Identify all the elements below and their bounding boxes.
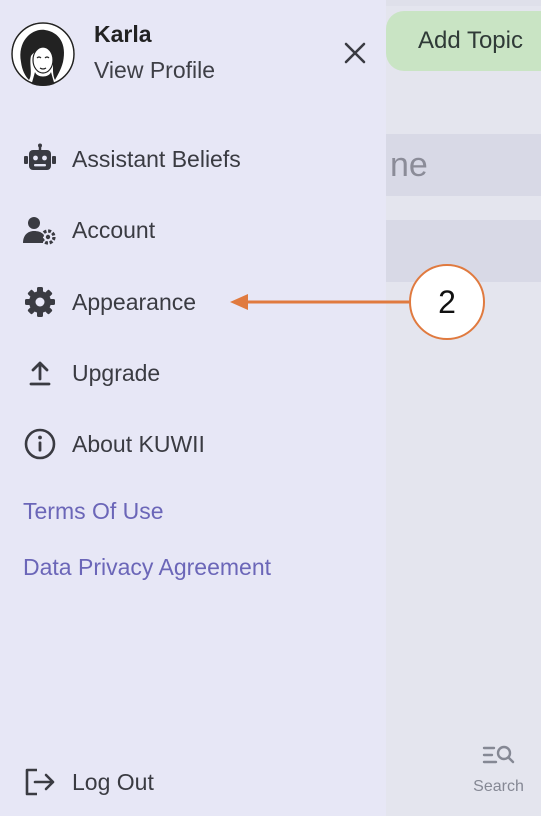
terms-of-use-link[interactable]: Terms Of Use — [23, 498, 164, 525]
profile-name: Karla — [94, 21, 152, 47]
annotation-number: 2 — [438, 283, 456, 320]
background-row-text: ne — [390, 145, 428, 184]
side-drawer: Karla View Profile Assistant Beliefs Acc… — [0, 0, 386, 816]
add-topic-button[interactable]: Add Topic — [386, 11, 541, 71]
close-button[interactable] — [340, 38, 370, 68]
view-profile-link[interactable]: View Profile — [94, 57, 215, 84]
menu-item-about[interactable]: About KUWII — [0, 418, 386, 470]
add-topic-label: Add Topic — [418, 27, 523, 54]
logout-button[interactable]: Log Out — [0, 756, 386, 808]
menu-item-label: Upgrade — [72, 359, 161, 386]
gear-icon — [22, 284, 58, 320]
info-icon — [22, 426, 58, 462]
menu-item-assistant-beliefs[interactable]: Assistant Beliefs — [0, 133, 386, 185]
user-gear-icon — [22, 212, 58, 248]
close-icon — [344, 42, 366, 64]
logout-label: Log Out — [72, 768, 154, 795]
robot-icon — [22, 141, 58, 177]
menu-item-upgrade[interactable]: Upgrade — [0, 347, 386, 399]
list-search-icon — [482, 745, 514, 764]
menu-item-label: Appearance — [72, 288, 197, 315]
logout-icon — [22, 764, 58, 800]
menu-item-label: Assistant Beliefs — [72, 145, 241, 172]
upload-icon — [22, 355, 58, 391]
background-list-row[interactable]: ne — [386, 134, 541, 196]
avatar-illustration — [11, 22, 75, 86]
menu-item-account[interactable]: Account — [0, 204, 386, 256]
data-privacy-link[interactable]: Data Privacy Agreement — [23, 554, 271, 581]
menu-item-label: Account — [72, 216, 156, 243]
search-tab[interactable]: Search — [456, 742, 541, 816]
annotation-arrow — [230, 294, 410, 310]
avatar[interactable] — [11, 22, 75, 86]
search-label: Search — [473, 778, 524, 795]
menu-item-label: About KUWII — [72, 430, 205, 457]
annotation-callout: 2 — [409, 264, 485, 340]
